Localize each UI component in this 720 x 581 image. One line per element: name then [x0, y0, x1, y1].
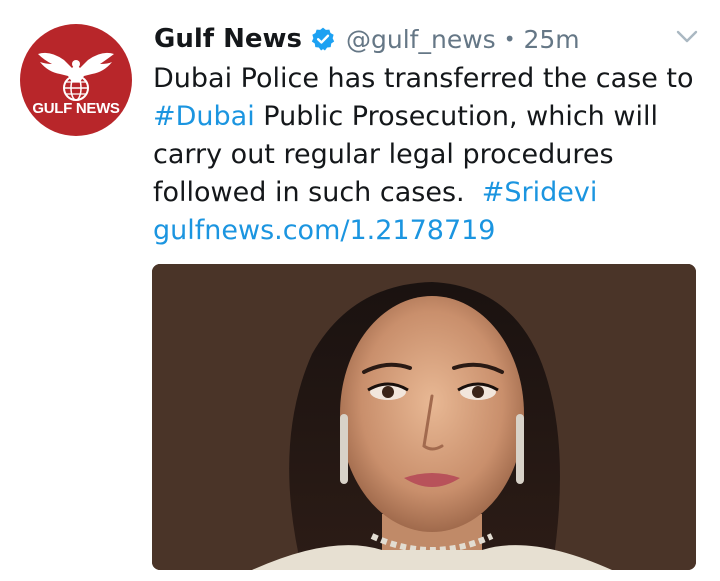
timestamp[interactable]: 25m — [523, 25, 579, 54]
avatar[interactable]: GULF NEWS — [20, 24, 132, 136]
separator: • — [503, 27, 516, 51]
hashtag-sridevi[interactable]: #Sridevi — [482, 177, 598, 208]
portrait-photo — [152, 264, 696, 570]
tweet-text: Dubai Police has transferred the case to… — [153, 60, 713, 250]
tweet-photo[interactable] — [152, 264, 696, 570]
tweet-text-line: Dubai Police has transferred the case to — [153, 63, 694, 94]
tweet-text-segment: Public Prosecution, which will — [254, 101, 658, 132]
tweet-text-line: followed in such cases. #Sridevi — [153, 174, 713, 212]
avatar-label: GULF NEWS — [32, 100, 120, 117]
handle[interactable]: @gulf_news — [346, 25, 496, 54]
tweet-card[interactable]: GULF NEWS Gulf News @gulf_news • 25m Dub… — [0, 0, 720, 581]
chevron-down-icon[interactable] — [676, 30, 698, 44]
tweet-text-line: #Dubai Public Prosecution, which will — [153, 98, 713, 136]
tweet-text-line: carry out regular legal procedures — [153, 139, 614, 170]
article-link[interactable]: gulfnews.com/1.2178719 — [153, 212, 713, 250]
tweet-text-segment: followed in such cases. — [153, 177, 465, 208]
eagle-globe-logo-icon — [38, 52, 114, 101]
verified-badge-icon — [311, 27, 335, 51]
tweet-header: Gulf News @gulf_news • 25m — [154, 18, 580, 60]
display-name[interactable]: Gulf News — [154, 24, 302, 54]
hashtag-dubai[interactable]: #Dubai — [153, 101, 255, 132]
